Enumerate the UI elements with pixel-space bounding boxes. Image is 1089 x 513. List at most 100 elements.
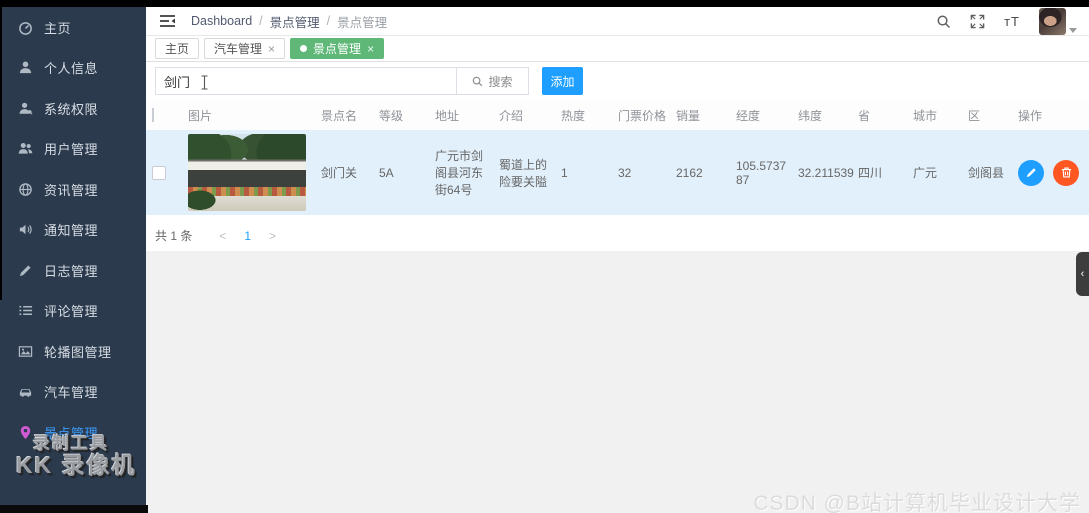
column-header-actions: 操作 [1018, 108, 1043, 123]
table-row[interactable]: 剑门关 5A 广元市剑阁县河东街64号 蜀道上的险要关隘 1 32 2162 1… [146, 130, 1089, 215]
row-district-cell: 剑阁县 [968, 166, 1005, 180]
search-button-label: 搜索 [488, 74, 513, 89]
sidebar-item-logs[interactable]: 日志管理 [0, 250, 146, 291]
sidebar-item-label: 汽车管理 [44, 385, 99, 401]
breadcrumb-item-dashboard[interactable]: Dashboard [191, 14, 252, 28]
tab-label: 景点管理 [313, 42, 362, 56]
panel-collapse-handle[interactable]: ‹ [1076, 252, 1089, 296]
pencil-icon [1026, 168, 1036, 178]
sidebar-item-news[interactable]: 资讯管理 [0, 169, 146, 210]
search-group: 搜索 [155, 67, 529, 95]
sidebar-item-profile[interactable]: 个人信息 [0, 48, 146, 89]
trash-icon [1061, 167, 1071, 178]
tab-close-icon[interactable]: × [268, 43, 275, 55]
user-key-icon [17, 100, 33, 116]
row-actions-cell [1008, 130, 1089, 215]
row-sales-cell: 2162 [676, 165, 703, 180]
sidebar-item-label: 轮播图管理 [44, 344, 112, 360]
edit-button[interactable] [1018, 159, 1044, 186]
breadcrumb-separator: / [326, 14, 331, 28]
sidebar-item-label: 个人信息 [44, 61, 99, 77]
top-header: Dashboard / 景点管理 / 景点管理 тT [146, 7, 1089, 36]
tab-attractions[interactable]: 景点管理 × [290, 38, 385, 59]
sidebar-item-label: 主页 [44, 20, 72, 36]
tab-close-icon[interactable]: × [367, 43, 374, 55]
user-menu[interactable] [1039, 7, 1077, 35]
tab-label: 汽车管理 [214, 42, 263, 56]
breadcrumb-item-module[interactable]: 景点管理 [270, 12, 320, 31]
sidebar-item-attractions[interactable]: 景点管理 [0, 412, 146, 453]
chevron-left-icon: ‹ [1080, 268, 1085, 280]
column-header-price: 门票价格 [618, 108, 666, 123]
screen-edge-artifact [0, 0, 2, 300]
breadcrumb-item-current: 景点管理 [337, 15, 388, 30]
menu-collapse-icon[interactable] [159, 13, 177, 29]
row-city-cell: 广元 [913, 166, 938, 180]
sidebar-item-label: 景点管理 [44, 425, 99, 441]
list-icon [17, 303, 33, 319]
tab-cars[interactable]: 汽车管理 × [204, 38, 286, 59]
row-longitude-cell: 105.573787 [736, 158, 787, 187]
speaker-icon [17, 222, 33, 238]
sidebar-item-label: 评论管理 [44, 304, 99, 320]
sidebar-item-label: 用户管理 [44, 142, 99, 158]
delete-button[interactable] [1053, 159, 1079, 186]
map-pin-icon [17, 424, 33, 440]
row-select-cell [146, 130, 178, 215]
sidebar-item-label: 通知管理 [44, 223, 99, 239]
toolbar: 搜索 添加 [146, 62, 1089, 100]
column-header-address: 地址 [435, 108, 460, 123]
sidebar-item-users[interactable]: 用户管理 [0, 129, 146, 170]
sidebar-item-permissions[interactable]: 系统权限 [0, 88, 146, 129]
pagination-next-icon[interactable]: > [260, 229, 285, 243]
sidebar-item-notifications[interactable]: 通知管理 [0, 210, 146, 251]
fullscreen-icon[interactable] [970, 14, 985, 29]
search-button[interactable]: 搜索 [456, 67, 529, 95]
row-image-cell [178, 130, 311, 215]
column-header-image: 图片 [188, 108, 213, 123]
dashboard-icon [17, 19, 33, 35]
header-actions: тT [936, 7, 1077, 35]
sidebar-item-label: 日志管理 [44, 263, 99, 279]
pagination-prev-icon[interactable]: < [210, 229, 235, 243]
column-header-latitude: 纬度 [798, 108, 823, 123]
column-header-intro: 介绍 [499, 108, 524, 123]
scenic-photo[interactable] [188, 134, 306, 211]
tab-home[interactable]: 主页 [155, 38, 200, 59]
column-header-longitude: 经度 [736, 108, 761, 123]
sidebar-item-carousel[interactable]: 轮播图管理 [0, 331, 146, 372]
sidebar-item-home[interactable]: 主页 [0, 7, 146, 48]
users-icon [17, 141, 33, 157]
add-button[interactable]: 添加 [542, 67, 583, 95]
row-address-cell: 广元市剑阁县河东街64号 [435, 149, 484, 197]
column-header-level: 等级 [379, 108, 404, 123]
sidebar-item-comments[interactable]: 评论管理 [0, 291, 146, 332]
user-icon [17, 60, 33, 76]
sidebar-item-cars[interactable]: 汽车管理 [0, 372, 146, 413]
sidebar-item-label: 资讯管理 [44, 182, 99, 198]
row-province-cell: 四川 [858, 166, 883, 180]
active-dot-icon [300, 45, 308, 52]
row-price-cell: 32 [618, 165, 632, 180]
select-all-checkbox[interactable] [152, 108, 154, 122]
avatar[interactable] [1039, 7, 1066, 35]
row-level-cell: 5A [379, 165, 394, 180]
row-popularity-cell: 1 [561, 165, 568, 180]
font-size-icon[interactable]: тT [1004, 14, 1020, 29]
search-icon[interactable] [936, 14, 951, 29]
screen-edge-artifact [0, 505, 148, 513]
row-name-cell: 剑门关 [321, 166, 358, 180]
app-window: 主页 个人信息 系统权限 用户管理 资讯管理 通知管理 日志管理 评论管理 轮播… [0, 0, 1089, 513]
globe-icon [17, 181, 33, 197]
search-input[interactable] [155, 67, 456, 95]
chevron-down-icon [1069, 27, 1077, 33]
csdn-watermark: CSDN @B站计算机毕业设计大学 [753, 492, 1081, 513]
pagination-total: 共 1 条 [155, 229, 193, 243]
pagination-page-1[interactable]: 1 [235, 229, 260, 243]
tab-label: 主页 [165, 42, 190, 56]
column-header-city: 城市 [913, 108, 938, 123]
content-card: 搜索 添加 图片 景点名 等级 地址 介绍 热度 门票价格 销量 经度 纬度 省… [146, 62, 1089, 251]
column-header-sales: 销量 [676, 108, 701, 123]
row-checkbox[interactable] [152, 165, 166, 180]
breadcrumb-separator: / [259, 14, 263, 28]
